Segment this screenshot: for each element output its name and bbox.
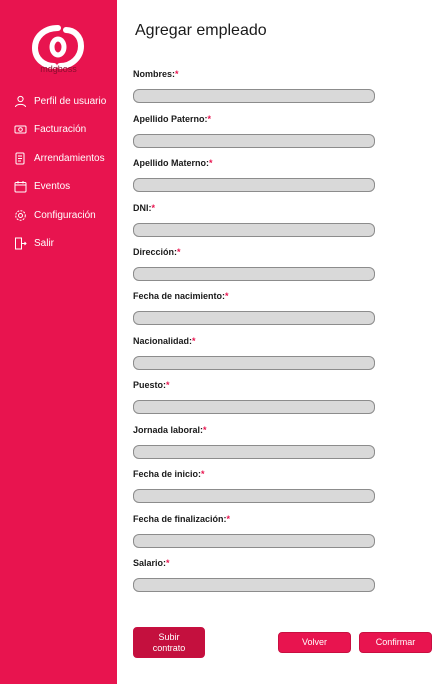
logout-icon — [14, 237, 27, 250]
field-label-fecha-finalizacion: Fecha de finalización:* — [133, 514, 231, 524]
nacionalidad-field[interactable] — [133, 356, 375, 370]
back-button[interactable]: Volver — [278, 632, 351, 653]
fecha-finalizacion-field[interactable] — [133, 534, 375, 548]
direccion-field[interactable] — [133, 267, 375, 281]
apellido-materno-field[interactable] — [133, 178, 375, 192]
field-label-dni: DNI:* — [133, 203, 156, 213]
dni-field[interactable] — [133, 223, 375, 237]
sidebar-item-label: Perfil de usuario — [34, 95, 107, 107]
brand-name: mdgboss — [40, 64, 77, 74]
gear-icon — [14, 209, 27, 222]
apellido-paterno-field[interactable] — [133, 134, 375, 148]
nombres-field[interactable] — [133, 89, 375, 103]
sidebar-item-label: Eventos — [34, 180, 71, 192]
field-label-direccion: Dirección:* — [133, 247, 181, 257]
document-icon — [14, 152, 27, 165]
salario-field[interactable] — [133, 578, 375, 592]
field-label-salario: Salario:* — [133, 558, 170, 568]
sidebar-item-perfil[interactable]: Perfil de usuario — [14, 92, 106, 110]
puesto-field[interactable] — [133, 400, 375, 414]
main-content: Agregar empleado Nombres:* Apellido Pate… — [117, 0, 446, 684]
field-label-apellido-materno: Apellido Materno:* — [133, 158, 213, 168]
sidebar-item-configuracion[interactable]: Configuración — [14, 206, 96, 224]
field-label-apellido-paterno: Apellido Paterno:* — [133, 114, 212, 124]
field-label-fecha-inicio: Fecha de inicio:* — [133, 469, 205, 479]
field-label-jornada-laboral: Jornada laboral:* — [133, 425, 207, 435]
field-label-nacionalidad: Nacionalidad:* — [133, 336, 196, 346]
money-icon — [14, 123, 27, 136]
calendar-icon — [14, 180, 27, 193]
sidebar: mdgboss Perfil de usuario Facturación Ar… — [0, 0, 117, 684]
sidebar-item-facturacion[interactable]: Facturación — [14, 120, 86, 138]
field-label-puesto: Puesto:* — [133, 380, 170, 390]
sidebar-item-eventos[interactable]: Eventos — [14, 177, 70, 195]
sidebar-item-label: Arrendamientos — [34, 152, 105, 164]
field-label-nombres: Nombres:* — [133, 69, 179, 79]
field-label-fecha-nacimiento: Fecha de nacimiento:* — [133, 291, 229, 301]
upload-contract-button[interactable]: Subir contrato — [133, 627, 205, 658]
sidebar-item-label: Facturación — [34, 123, 87, 135]
user-icon — [14, 95, 27, 108]
confirm-button[interactable]: Confirmar — [359, 632, 432, 653]
fecha-inicio-field[interactable] — [133, 489, 375, 503]
sidebar-item-label: Salir — [34, 237, 55, 249]
fecha-nacimiento-field[interactable] — [133, 311, 375, 325]
sidebar-item-salir[interactable]: Salir — [14, 234, 54, 252]
page-title: Agregar empleado — [135, 22, 267, 39]
jornada-laboral-field[interactable] — [133, 445, 375, 459]
sidebar-item-label: Configuración — [34, 209, 96, 221]
sidebar-item-arrendamientos[interactable]: Arrendamientos — [14, 149, 105, 167]
